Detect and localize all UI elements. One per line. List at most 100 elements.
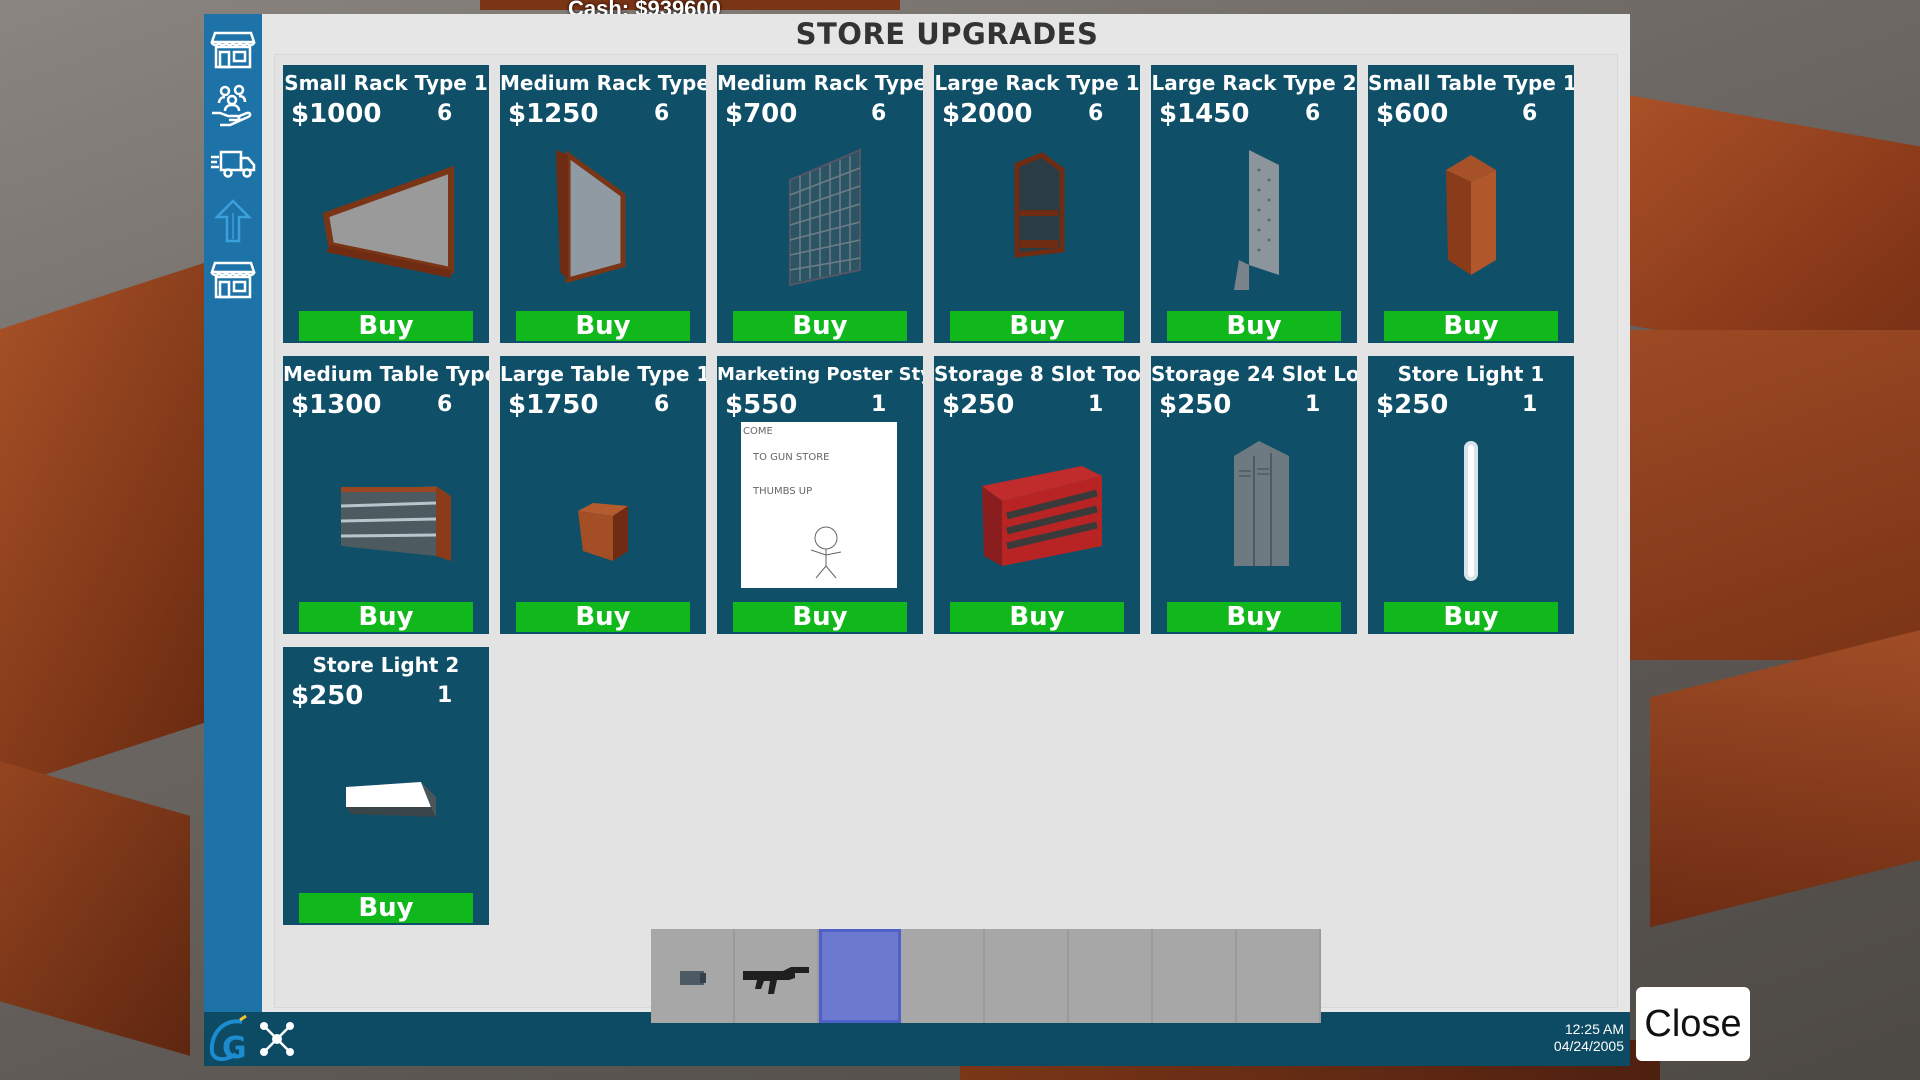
item-quantity: 6 [654,392,670,417]
hotbar [651,929,1321,1023]
item-price: $1450 [1159,99,1250,129]
item-name: Medium Rack Type 1 [500,71,706,95]
hotbar-slot[interactable] [1153,929,1237,1023]
sidebar-item-staff[interactable] [208,80,258,130]
large-table-icon [525,426,681,586]
sidebar-item-delivery[interactable] [208,138,258,188]
hotbar-slot[interactable] [651,929,735,1023]
item-quantity: 6 [1088,101,1104,126]
svg-text:G: G [222,1031,247,1064]
buy-button[interactable]: Buy [733,602,907,632]
game-logo-icon: G [209,1014,247,1064]
item-price: $600 [1376,99,1449,129]
item-card: Storage 24 Slot Locker $250 1 Buy [1151,356,1357,634]
delivery-truck-icon [211,150,256,178]
item-card: Medium Rack Type 1 $1250 6 Buy [500,65,706,343]
item-quantity: 6 [871,101,887,126]
hotbar-slot[interactable] [1237,929,1321,1023]
window-title: STORE UPGRADES [795,17,1099,51]
buy-button[interactable]: Buy [299,893,473,923]
sidebar-item-upgrades[interactable] [208,196,258,246]
storefront-icon [210,261,256,299]
item-card: Medium Rack Type 2 $700 6 Buy [717,65,923,343]
item-quantity: 1 [871,392,887,417]
item-card: Large Rack Type 1 $2000 6 Buy [934,65,1140,343]
buy-button[interactable]: Buy [1384,602,1558,632]
small-table-icon [1393,135,1549,295]
hotbar-slot[interactable] [901,929,985,1023]
large-rack-icon [959,135,1115,295]
hotbar-slot-selected[interactable] [819,929,901,1023]
item-name: Store Light 1 [1397,362,1545,386]
buy-button[interactable]: Buy [299,311,473,341]
storefront-icon [210,31,256,69]
item-card: Small Table Type 1 $600 6 Buy [1368,65,1574,343]
item-name: Store Light 2 [312,653,460,677]
hire-staff-icon [212,84,252,127]
item-name: Small Table Type 1 [1368,71,1574,95]
item-card: Large Rack Type 2 $1450 6 Buy [1151,65,1357,343]
panel-light-icon [308,717,464,877]
poster-text: COME [743,426,773,437]
poster-icon: COME TO GUN STORE THUMBS UP [741,422,897,588]
clock-time: 12:25 AM [1564,1021,1624,1037]
item-card: Store Light 1 $250 1 Buy [1368,356,1574,634]
item-quantity: 6 [437,392,453,417]
clock-date: 04/24/2005 [1553,1038,1624,1054]
buy-button[interactable]: Buy [733,311,907,341]
buy-button[interactable]: Buy [299,602,473,632]
item-card: Medium Table Type 1 $1300 6 Buy [283,356,489,634]
item-quantity: 6 [437,101,453,126]
item-card: Marketing Poster Style 1 $550 1 COME TO … [717,356,923,634]
hotbar-slot[interactable] [1069,929,1153,1023]
poster-text: TO GUN STORE [753,452,830,463]
window-titlebar: STORE UPGRADES [264,14,1630,54]
sidebar [204,14,262,1012]
buy-button[interactable]: Buy [516,311,690,341]
item-price: $250 [942,390,1015,420]
item-price: $1300 [291,390,382,420]
tube-light-icon [1393,426,1549,586]
network-nodes-icon[interactable] [256,1018,298,1060]
item-card: Small Rack Type 1 $1000 6 Buy [283,65,489,343]
medium-table-icon [308,426,464,586]
rifle-icon [743,967,809,994]
item-quantity: 1 [1522,392,1538,417]
hotbar-slot[interactable] [735,929,819,1023]
item-name: Small Rack Type 1 [284,71,488,95]
item-quantity: 1 [437,683,453,708]
upgrade-arrow-icon [213,199,253,243]
store-upgrades-window: STORE UPGRADES Small Rack Type 1 $1000 6… [204,14,1630,1066]
item-quantity: 6 [654,101,670,126]
item-quantity: 1 [1305,392,1321,417]
buy-button[interactable]: Buy [1167,311,1341,341]
locker-icon [1176,426,1332,586]
buy-button[interactable]: Buy [950,602,1124,632]
sidebar-item-store[interactable] [208,24,258,74]
item-price: $250 [291,681,364,711]
upgrade-list: Small Rack Type 1 $1000 6 Buy Medium Rac… [274,54,1618,1008]
item-price: $700 [725,99,798,129]
item-quantity: 6 [1522,101,1538,126]
buy-button[interactable]: Buy [950,311,1124,341]
buy-button[interactable]: Buy [1167,602,1341,632]
item-price: $1750 [508,390,599,420]
item-price: $1250 [508,99,599,129]
buy-button[interactable]: Buy [1384,311,1558,341]
item-quantity: 1 [1088,392,1104,417]
clock: 12:25 AM 04/24/2005 [1540,1021,1624,1055]
item-name: Storage 8 Slot Toolbox [934,362,1140,386]
hotbar-slot[interactable] [985,929,1069,1023]
buy-button[interactable]: Buy [516,602,690,632]
item-price: $1000 [291,99,382,129]
poster-text: THUMBS UP [753,486,813,497]
medium-rack-icon [525,135,681,295]
item-price: $250 [1159,390,1232,420]
item-name: Storage 24 Slot Locker [1151,362,1357,386]
small-rack-icon [308,135,464,295]
ammo-box-icon [680,971,706,985]
close-button[interactable]: Close [1636,987,1750,1061]
item-name: Marketing Poster Style 1 [717,364,923,385]
sidebar-item-store-2[interactable] [208,254,258,304]
item-card: Large Table Type 1 $1750 6 Buy [500,356,706,634]
